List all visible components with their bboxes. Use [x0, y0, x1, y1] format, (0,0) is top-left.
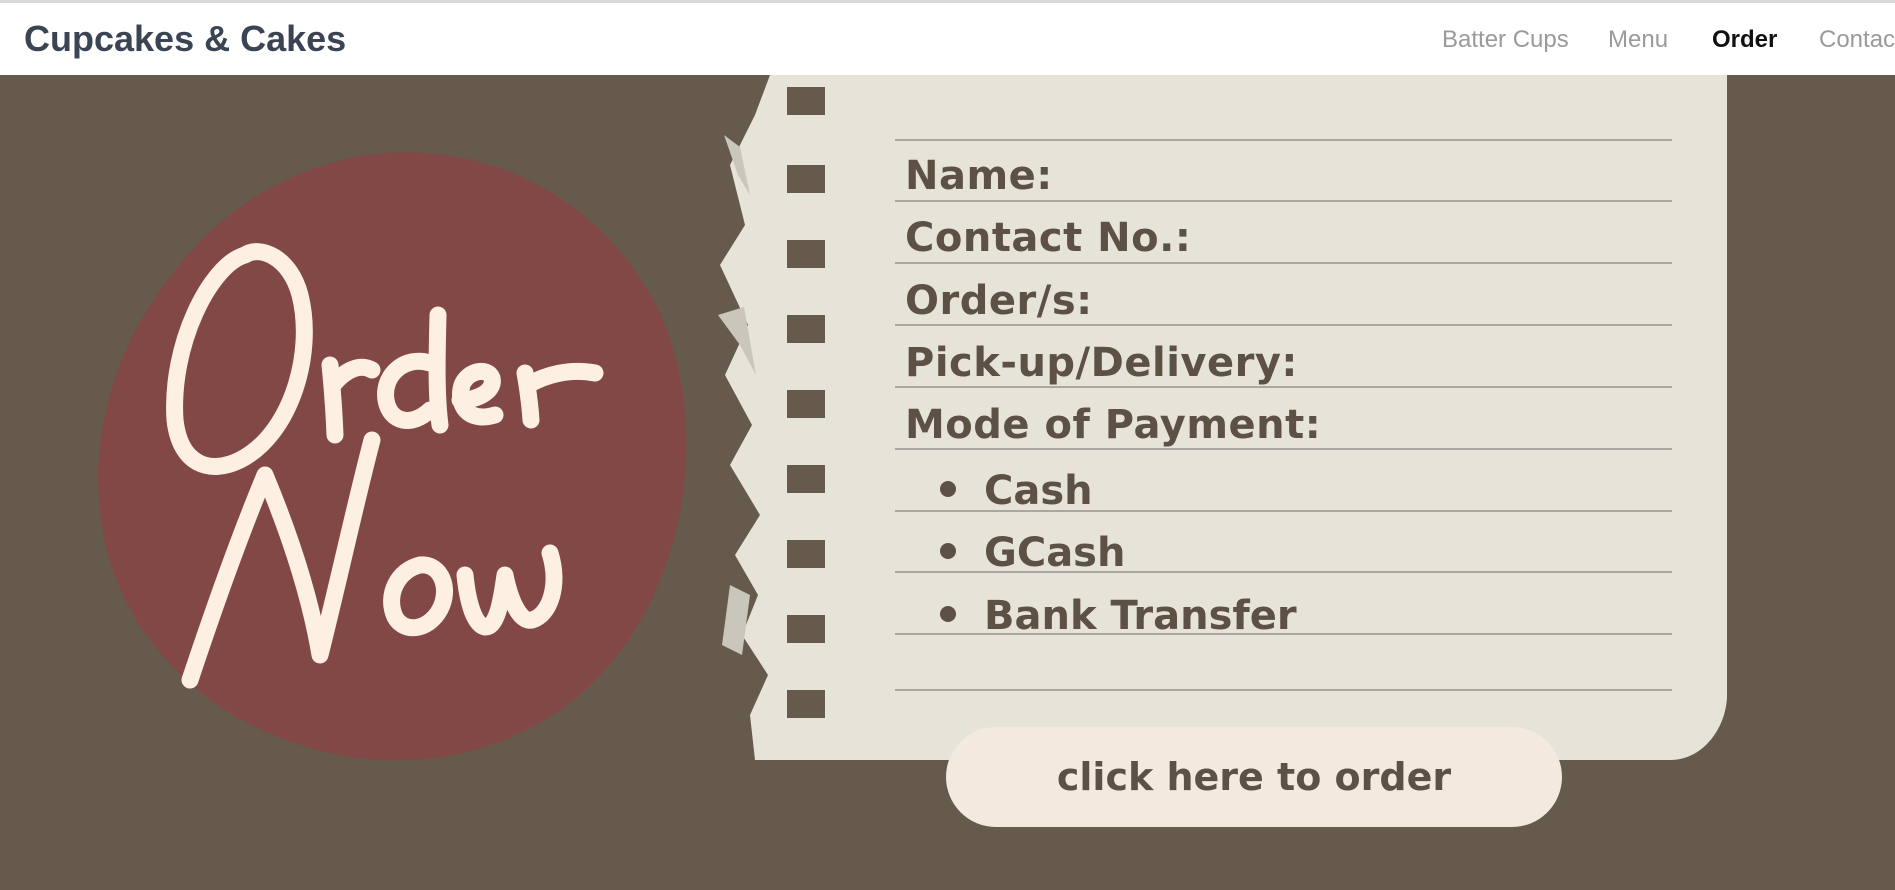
nav-link-menu[interactable]: Menu: [1608, 26, 1668, 54]
paper-rule: [895, 200, 1672, 202]
order-now-script: [166, 243, 604, 689]
nav-link-batter-cups[interactable]: Batter Cups: [1442, 26, 1569, 54]
paper-rule: [895, 689, 1672, 691]
payment-option-label: Cash: [984, 468, 1093, 514]
paper-rule: [895, 448, 1672, 450]
payment-option-bank-transfer: Bank Transfer: [940, 593, 1297, 639]
nav-link-contact[interactable]: Contact: [1819, 26, 1895, 54]
payment-option-cash: Cash: [940, 468, 1093, 514]
field-label-name: Name:: [905, 153, 1053, 199]
click-to-order-button[interactable]: click here to order: [946, 727, 1562, 827]
bullet-icon: [940, 481, 956, 497]
field-label-payment-mode: Mode of Payment:: [905, 402, 1322, 448]
paper-rule: [895, 262, 1672, 264]
field-label-pickup-delivery: Pick-up/Delivery:: [905, 340, 1298, 386]
field-label-orders: Order/s:: [905, 278, 1093, 324]
payment-option-gcash: GCash: [940, 530, 1125, 576]
nav-link-order[interactable]: Order: [1712, 26, 1777, 54]
payment-option-label: GCash: [984, 530, 1126, 576]
field-label-contact: Contact No.:: [905, 215, 1192, 261]
payment-option-label: Bank Transfer: [984, 593, 1297, 639]
bullet-icon: [940, 543, 956, 559]
brand-logo[interactable]: Cupcakes & Cakes: [24, 18, 346, 60]
paper-rule: [895, 139, 1672, 141]
top-navbar: Cupcakes & Cakes Batter Cups Menu Order …: [0, 0, 1895, 75]
paper-rule: [895, 386, 1672, 388]
paper-rule: [895, 324, 1672, 326]
bullet-icon: [940, 606, 956, 622]
